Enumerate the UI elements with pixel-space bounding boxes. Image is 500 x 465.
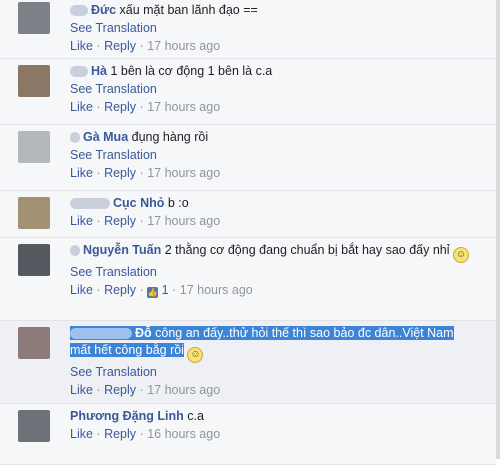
timestamp[interactable]: 17 hours ago — [147, 166, 220, 180]
see-translation-link[interactable]: See Translation — [70, 363, 470, 381]
avatar[interactable] — [18, 197, 50, 229]
blurred-name — [70, 132, 80, 144]
thumbs-up-icon[interactable]: 👍 — [147, 287, 159, 298]
avatar[interactable] — [18, 2, 50, 34]
comment-item: Hà 1 bên là cơ động 1 bên là c.a See Tra… — [0, 59, 496, 125]
avatar[interactable] — [18, 65, 50, 97]
blurred-name — [70, 5, 88, 17]
comment-text: xấu mặt ban lãnh đạo == — [119, 3, 258, 17]
timestamp[interactable]: 17 hours ago — [147, 39, 220, 53]
comment-item: Đỗ công an đấy..thử hỏi thế thì sao bảo … — [0, 321, 496, 404]
comment-item: Gà Mua đụng hàng rồi See Translation Lik… — [0, 125, 496, 191]
scrollbar[interactable] — [496, 0, 500, 459]
reply-link[interactable]: Reply — [104, 166, 136, 180]
like-link[interactable]: Like — [70, 383, 93, 397]
avatar[interactable] — [18, 131, 50, 163]
commenter-name[interactable]: Gà Mua — [83, 130, 128, 144]
blurred-name — [70, 328, 132, 340]
see-translation-link[interactable]: See Translation — [70, 19, 470, 37]
timestamp[interactable]: 17 hours ago — [180, 283, 253, 297]
timestamp[interactable]: 16 hours ago — [147, 427, 220, 441]
reply-link[interactable]: Reply — [104, 283, 136, 297]
comment-text: c.a — [187, 409, 204, 423]
avatar[interactable] — [18, 327, 50, 359]
commenter-name[interactable]: Hà — [91, 64, 107, 78]
comment-item: Nguyễn Tuấn 2 thằng cơ động đang chuẩn b… — [0, 238, 496, 321]
comment-item: Đức xấu mặt ban lãnh đạo == See Translat… — [0, 0, 496, 59]
comment-text: b :o — [167, 196, 189, 210]
reply-link[interactable]: Reply — [104, 39, 136, 53]
see-translation-link[interactable]: See Translation — [70, 80, 470, 98]
comment-list: Đức xấu mặt ban lãnh đạo == See Translat… — [0, 0, 496, 465]
commenter-name[interactable]: Đỗ — [135, 326, 152, 340]
like-link[interactable]: Like — [70, 100, 93, 114]
see-translation-link[interactable]: See Translation — [70, 146, 470, 164]
commenter-name[interactable]: Phương Đặng Linh — [70, 409, 184, 423]
comment-item: Phương Đặng Linh c.a Like · Reply · 16 h… — [0, 404, 496, 465]
timestamp[interactable]: 17 hours ago — [147, 214, 220, 228]
selected-text: Đỗ công an đấy..thử hỏi thế thì sao bảo … — [70, 326, 454, 357]
reply-link[interactable]: Reply — [104, 100, 136, 114]
see-translation-link[interactable]: See Translation — [70, 263, 470, 281]
like-link[interactable]: Like — [70, 283, 93, 297]
reply-link[interactable]: Reply — [104, 214, 136, 228]
avatar[interactable] — [18, 410, 50, 442]
commenter-name[interactable]: Đức — [91, 3, 116, 17]
comment-text: 1 bên là cơ động 1 bên là c.a — [110, 64, 273, 78]
like-count[interactable]: 1 — [162, 283, 169, 297]
like-link[interactable]: Like — [70, 166, 93, 180]
timestamp[interactable]: 17 hours ago — [147, 383, 220, 397]
blurred-name — [70, 66, 88, 78]
reply-link[interactable]: Reply — [104, 427, 136, 441]
reply-link[interactable]: Reply — [104, 383, 136, 397]
avatar[interactable] — [18, 244, 50, 276]
comment-text: đụng hàng rồi — [131, 130, 209, 144]
timestamp[interactable]: 17 hours ago — [147, 100, 220, 114]
like-link[interactable]: Like — [70, 39, 93, 53]
like-link[interactable]: Like — [70, 214, 93, 228]
commenter-name[interactable]: Cục Nhỏ — [113, 196, 164, 210]
commenter-name[interactable]: Nguyễn Tuấn — [83, 243, 161, 257]
smiley-icon: ☺ — [453, 247, 470, 263]
smiley-icon: ☺ — [187, 347, 204, 363]
blurred-name — [70, 245, 80, 257]
blurred-name — [70, 198, 110, 210]
comment-item: Cục Nhỏ b :o Like · Reply · 17 hours ago — [0, 191, 496, 238]
like-link[interactable]: Like — [70, 427, 93, 441]
comment-text: 2 thằng cơ động đang chuẩn bị bắt hay sa… — [164, 243, 450, 257]
